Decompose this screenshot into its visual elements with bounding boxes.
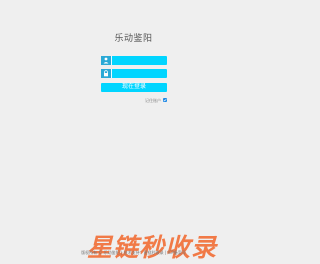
username-field[interactable]	[101, 56, 167, 65]
username-input[interactable]	[113, 56, 165, 65]
password-field[interactable]	[101, 69, 167, 78]
remember-account-label: 记住账户	[145, 98, 161, 103]
login-button[interactable]: 现在登录	[101, 83, 167, 92]
password-input[interactable]	[113, 69, 165, 78]
watermark-logo: 星链秒收录	[87, 233, 218, 262]
user-icon	[101, 56, 112, 65]
login-page: 乐动鉴阳 现在登录 记住账户 星链秒收录 版权所有 © 乐动鉴阳 | 技术支持：	[0, 0, 267, 264]
remember-account[interactable]: 记住账户	[137, 97, 168, 104]
footer-text: 版权所有 © 乐动鉴阳 | 技术支持：星链秒收录 | ICP备案号	[81, 250, 186, 255]
lock-icon	[101, 69, 112, 78]
checkmark-icon	[163, 98, 167, 102]
remember-account-checkbox[interactable]	[163, 98, 167, 102]
page-title: 乐动鉴阳	[114, 34, 153, 44]
